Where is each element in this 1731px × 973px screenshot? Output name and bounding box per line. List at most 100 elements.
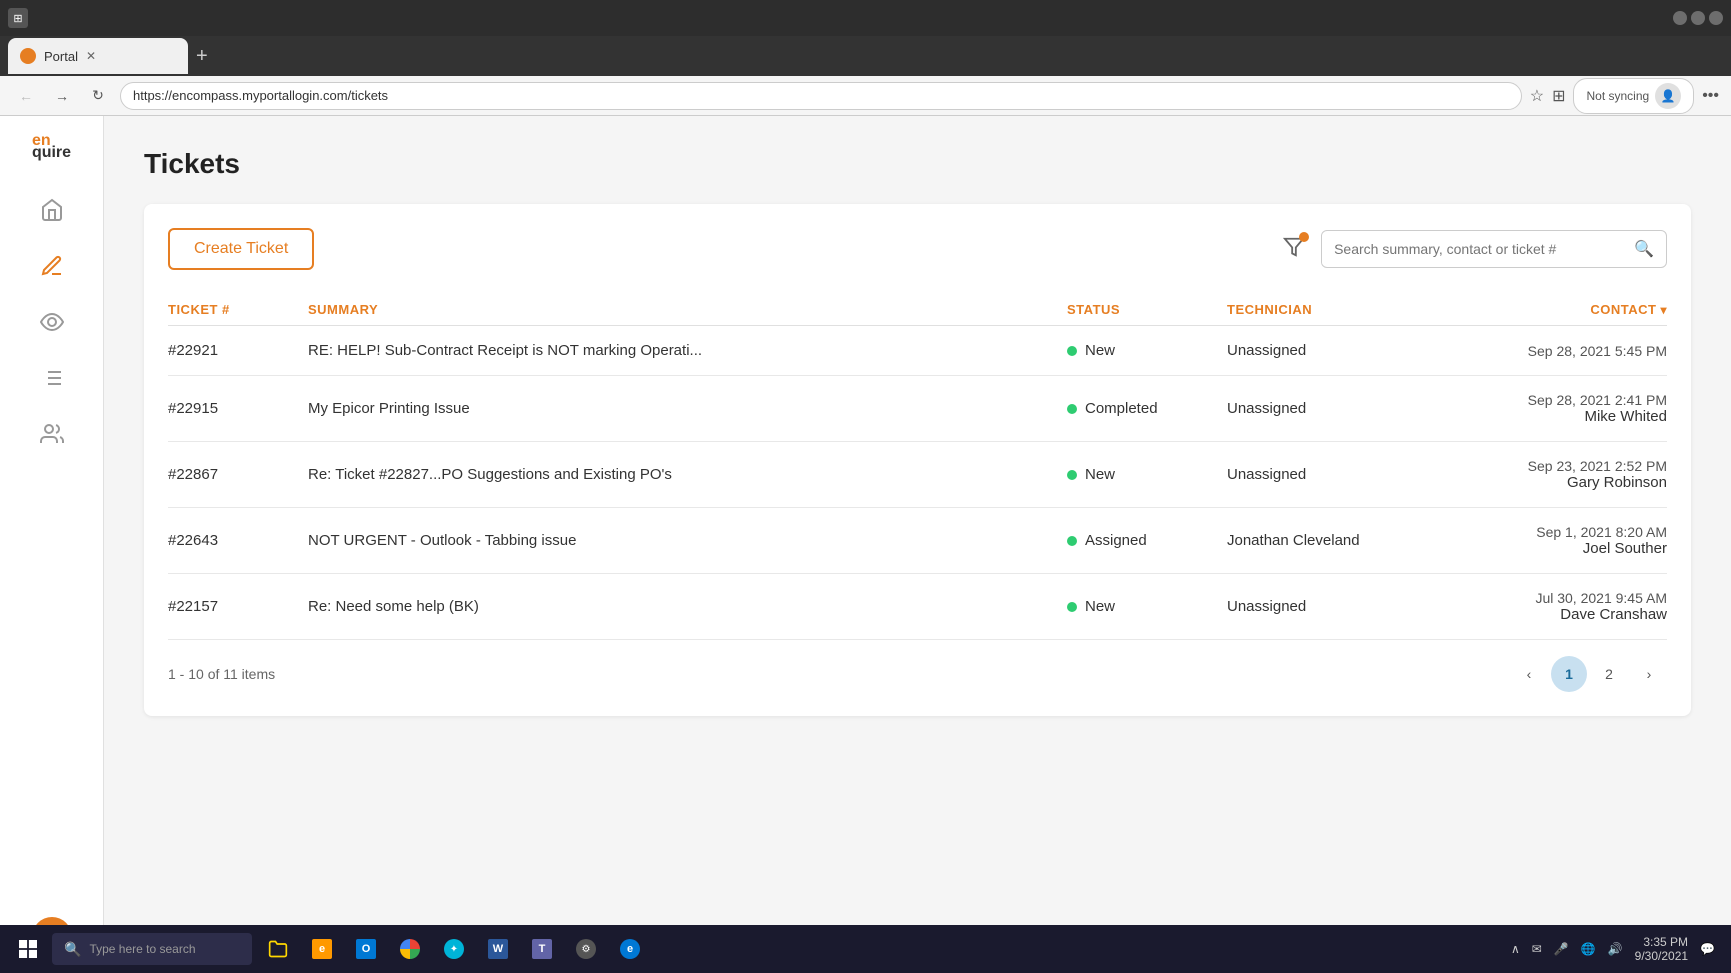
taskbar-network-icon[interactable]: 🌐 — [1581, 942, 1596, 956]
next-page-button[interactable]: › — [1631, 656, 1667, 692]
status-dot-4 — [1067, 602, 1077, 612]
taskbar-volume-icon[interactable]: 🔊 — [1608, 942, 1623, 956]
filter-button[interactable] — [1283, 236, 1305, 263]
new-tab-button[interactable]: + — [196, 45, 208, 68]
status-dot-0 — [1067, 346, 1077, 356]
table-row[interactable]: #22157 Re: Need some help (BK) New Unass… — [168, 574, 1667, 640]
contact-name-3: Joel Souther — [1447, 540, 1667, 557]
create-ticket-button[interactable]: Create Ticket — [168, 228, 314, 270]
taskbar-up-arrow[interactable]: ∧ — [1511, 942, 1520, 956]
taskbar-teams-icon[interactable]: T — [524, 931, 560, 967]
cell-status-2: New — [1067, 466, 1227, 483]
sidebar-item-tickets[interactable] — [22, 242, 82, 290]
clock[interactable]: 3:35 PM 9/30/2021 — [1635, 935, 1688, 963]
taskbar-mail-icon[interactable]: ✉ — [1532, 942, 1542, 956]
page-1-button[interactable]: 1 — [1551, 656, 1587, 692]
taskbar-search[interactable]: 🔍 Type here to search — [52, 933, 252, 965]
refresh-button[interactable]: ↻ — [84, 82, 112, 110]
col-header-contact[interactable]: CONTACT ▾ — [1447, 302, 1667, 317]
taskbar-mic-icon[interactable]: 🎤 — [1554, 942, 1569, 956]
sync-button[interactable]: Not syncing 👤 — [1573, 78, 1694, 114]
minimize-button[interactable] — [1673, 11, 1687, 25]
taskbar-chrome-icon[interactable] — [392, 931, 428, 967]
sidebar-item-camera[interactable] — [22, 298, 82, 346]
forward-button[interactable]: → — [48, 82, 76, 110]
active-tab[interactable]: Portal ✕ — [8, 38, 188, 74]
pagination: 1 - 10 of 11 items ‹ 1 2 › — [168, 656, 1667, 692]
cell-summary-0: RE: HELP! Sub-Contract Receipt is NOT ma… — [308, 342, 1067, 359]
taskbar-edge-icon[interactable]: e — [612, 931, 648, 967]
taskbar-explorer-icon[interactable] — [260, 931, 296, 967]
sidebar-item-home[interactable] — [22, 186, 82, 234]
cell-status-3: Assigned — [1067, 532, 1227, 549]
status-dot-2 — [1067, 470, 1077, 480]
taskbar-right: ∧ ✉ 🎤 🌐 🔊 3:35 PM 9/30/2021 💬 — [1511, 935, 1723, 963]
back-button[interactable]: ← — [12, 82, 40, 110]
cell-ticket-2: #22867 — [168, 466, 308, 483]
cell-status-4: New — [1067, 598, 1227, 615]
url-text: https://encompass.myportallogin.com/tick… — [133, 88, 388, 103]
tab-favicon — [20, 48, 36, 64]
start-button[interactable] — [8, 929, 48, 969]
profile-avatar: 👤 — [1655, 83, 1681, 109]
cell-ticket-1: #22915 — [168, 400, 308, 417]
cell-ticket-3: #22643 — [168, 532, 308, 549]
page-2-button[interactable]: 2 — [1591, 656, 1627, 692]
sidebar-item-list[interactable] — [22, 354, 82, 402]
cell-technician-1: Unassigned — [1227, 400, 1447, 417]
table-row[interactable]: #22921 RE: HELP! Sub-Contract Receipt is… — [168, 326, 1667, 376]
sync-label: Not syncing — [1586, 89, 1649, 103]
address-bar[interactable]: https://encompass.myportallogin.com/tick… — [120, 82, 1522, 110]
status-label-4: New — [1085, 598, 1115, 615]
col-header-technician: TECHNICIAN — [1227, 302, 1447, 317]
contact-date-0: Sep 28, 2021 5:45 PM — [1447, 343, 1667, 359]
taskbar-app2-icon[interactable]: e — [304, 931, 340, 967]
contact-name-1: Mike Whited — [1447, 408, 1667, 425]
collection-icon[interactable]: ⊞ — [1552, 86, 1565, 106]
favorites-icon[interactable]: ☆ — [1530, 86, 1544, 106]
taskbar-notification-icon[interactable]: 💬 — [1700, 942, 1715, 956]
taskbar-app8-icon[interactable]: ⚙ — [568, 931, 604, 967]
prev-page-button[interactable]: ‹ — [1511, 656, 1547, 692]
contact-date-4: Jul 30, 2021 9:45 AM — [1447, 590, 1667, 606]
taskbar-search-label: Type here to search — [89, 942, 195, 956]
pagination-info: 1 - 10 of 11 items — [168, 666, 275, 682]
cell-ticket-4: #22157 — [168, 598, 308, 615]
search-button[interactable]: 🔍 — [1622, 231, 1666, 267]
taskbar-outlook-icon[interactable]: O — [348, 931, 384, 967]
table-row[interactable]: #22915 My Epicor Printing Issue Complete… — [168, 376, 1667, 442]
filter-badge — [1299, 232, 1309, 242]
col-header-summary: SUMMARY — [308, 302, 1067, 317]
cell-summary-1: My Epicor Printing Issue — [308, 400, 1067, 417]
cell-contact-2: Sep 23, 2021 2:52 PM Gary Robinson — [1447, 458, 1667, 491]
taskbar-word-icon[interactable]: W — [480, 931, 516, 967]
pagination-controls: ‹ 1 2 › — [1511, 656, 1667, 692]
taskbar-app5-icon[interactable]: ✦ — [436, 931, 472, 967]
table-row[interactable]: #22643 NOT URGENT - Outlook - Tabbing is… — [168, 508, 1667, 574]
tab-title: Portal — [44, 49, 78, 64]
cell-summary-4: Re: Need some help (BK) — [308, 598, 1067, 615]
contact-name-2: Gary Robinson — [1447, 474, 1667, 491]
cell-contact-0: Sep 28, 2021 5:45 PM — [1447, 343, 1667, 359]
clock-time: 3:35 PM — [1635, 935, 1688, 949]
panel-header: Create Ticket 🔍 — [168, 228, 1667, 270]
more-options-button[interactable]: ••• — [1702, 87, 1719, 105]
search-input[interactable] — [1322, 233, 1622, 265]
contact-sort-icon: ▾ — [1660, 303, 1667, 317]
tickets-panel: Create Ticket 🔍 TICKET # SUMMARY STATUS — [144, 204, 1691, 716]
logo: en quire — [32, 132, 71, 162]
status-dot-1 — [1067, 404, 1077, 414]
cell-status-0: New — [1067, 342, 1227, 359]
tab-close-button[interactable]: ✕ — [86, 49, 96, 63]
sidebar-item-users[interactable] — [22, 410, 82, 458]
maximize-button[interactable] — [1691, 11, 1705, 25]
contact-date-3: Sep 1, 2021 8:20 AM — [1447, 524, 1667, 540]
cell-contact-1: Sep 28, 2021 2:41 PM Mike Whited — [1447, 392, 1667, 425]
status-label-0: New — [1085, 342, 1115, 359]
contact-name-4: Dave Cranshaw — [1447, 606, 1667, 623]
cell-technician-2: Unassigned — [1227, 466, 1447, 483]
table-row[interactable]: #22867 Re: Ticket #22827...PO Suggestion… — [168, 442, 1667, 508]
close-button[interactable] — [1709, 11, 1723, 25]
cell-ticket-0: #22921 — [168, 342, 308, 359]
cell-technician-3: Jonathan Cleveland — [1227, 532, 1447, 549]
